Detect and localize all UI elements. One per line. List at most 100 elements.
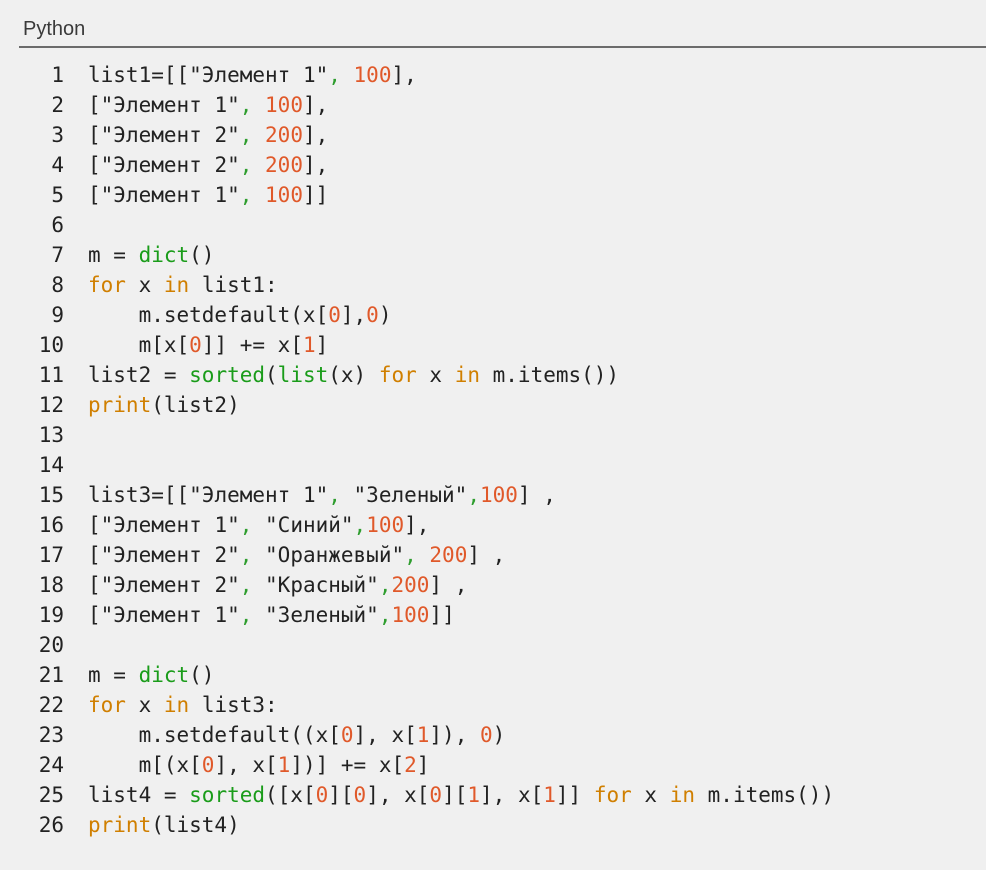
code-text: m = dict() bbox=[88, 660, 214, 690]
header-divider bbox=[19, 46, 986, 48]
code-token: () bbox=[189, 663, 215, 687]
code-token: ], x[ bbox=[353, 723, 417, 747]
code-token: ] bbox=[315, 333, 329, 357]
code-token: 0 bbox=[189, 333, 202, 357]
code-token: , bbox=[239, 183, 266, 207]
line-number: 26 bbox=[38, 813, 64, 837]
code-token: ], bbox=[302, 93, 329, 117]
code-token: m = bbox=[88, 663, 139, 687]
code-token: "Красный" bbox=[265, 573, 379, 597]
code-token: x bbox=[125, 273, 164, 297]
code-line: 13 bbox=[0, 420, 986, 450]
line-number: 2 bbox=[51, 93, 64, 117]
code-text: ["Элемент 2", "Красный",200] , bbox=[88, 570, 467, 600]
code-token: m.setdefault((x[ bbox=[88, 723, 341, 747]
line-number: 12 bbox=[38, 393, 64, 417]
code-text: list2 = sorted(list(x) for x in m.items(… bbox=[88, 360, 619, 390]
code-token: m.items()) bbox=[695, 783, 835, 807]
code-token: ) bbox=[378, 303, 392, 327]
code-token: list3: bbox=[189, 693, 278, 717]
code-token: sorted bbox=[189, 783, 266, 807]
code-token: , bbox=[239, 543, 266, 567]
code-line: 16 ["Элемент 1", "Синий",100], bbox=[0, 510, 986, 540]
code-token: , bbox=[239, 123, 266, 147]
code-line: 1 list1=[["Элемент 1", 100], bbox=[0, 60, 986, 90]
code-line: 19 ["Элемент 1", "Зеленый",100]] bbox=[0, 600, 986, 630]
code-token: in bbox=[454, 363, 480, 387]
code-token: 0 bbox=[340, 723, 354, 747]
code-text: m.setdefault(x[0],0) bbox=[88, 300, 392, 330]
line-number: 11 bbox=[38, 363, 64, 387]
code-token: ][ bbox=[442, 783, 468, 807]
code-line: 26 print(list4) bbox=[0, 810, 986, 840]
code-line: 2 ["Элемент 1", 100], bbox=[0, 90, 986, 120]
code-token: for bbox=[593, 783, 632, 807]
code-text: list1=[["Элемент 1", 100], bbox=[88, 60, 417, 90]
code-text: print(list4) bbox=[88, 810, 240, 840]
line-number: 9 bbox=[51, 303, 64, 327]
code-token: ], bbox=[391, 63, 417, 87]
code-token: 0 bbox=[201, 753, 215, 777]
code-token: for bbox=[88, 693, 126, 717]
code-token: "Элемент 1" bbox=[100, 603, 240, 627]
code-text: ["Элемент 1", 100]] bbox=[88, 180, 328, 210]
code-token: list1=[[ bbox=[88, 63, 190, 87]
code-line: 11 list2 = sorted(list(x) for x in m.item… bbox=[0, 360, 986, 390]
code-token: "Синий" bbox=[265, 513, 354, 537]
code-token: m[x[ bbox=[88, 333, 190, 357]
code-token: [ bbox=[88, 93, 101, 117]
code-token: 200 bbox=[265, 123, 303, 147]
code-token: ]] bbox=[302, 183, 329, 207]
code-text: for x in list3: bbox=[88, 690, 278, 720]
code-token: x bbox=[416, 363, 455, 387]
code-token: 0 bbox=[328, 303, 341, 327]
code-text: for x in list1: bbox=[88, 270, 278, 300]
code-text: list3=[["Элемент 1", "Зеленый",100] , bbox=[88, 480, 556, 510]
code-token: "Оранжевый" bbox=[265, 543, 405, 567]
code-token: (list2) bbox=[151, 393, 240, 417]
code-token: "Элемент 2" bbox=[100, 153, 240, 177]
code-token: list bbox=[277, 363, 329, 387]
code-token: 100 bbox=[265, 183, 303, 207]
code-token: ], bbox=[302, 153, 329, 177]
line-number: 5 bbox=[51, 183, 64, 207]
code-token: , bbox=[328, 483, 354, 507]
code-token: m.setdefault(x[ bbox=[88, 303, 329, 327]
language-label: Python bbox=[23, 18, 86, 40]
code-token: 2 bbox=[404, 753, 417, 777]
code-line: 18 ["Элемент 2", "Красный",200] , bbox=[0, 570, 986, 600]
line-number: 14 bbox=[38, 453, 64, 477]
code-token: , bbox=[404, 543, 430, 567]
code-token: "Элемент 2" bbox=[100, 123, 240, 147]
code-token: ]] += x[ bbox=[201, 333, 303, 357]
line-number: 16 bbox=[38, 513, 64, 537]
line-number: 3 bbox=[51, 123, 64, 147]
line-number: 19 bbox=[38, 603, 64, 627]
code-token: ], x[ bbox=[214, 753, 278, 777]
code-text: list4 = sorted([x[0][0], x[0][1], x[1]] … bbox=[88, 780, 834, 810]
code-text: ["Элемент 1", "Синий",100], bbox=[88, 510, 429, 540]
code-token: ) bbox=[492, 723, 506, 747]
code-token: ([x[ bbox=[265, 783, 316, 807]
code-token: "Элемент 1" bbox=[189, 63, 329, 87]
code-line: 21 m = dict() bbox=[0, 660, 986, 690]
code-text: m[x[0]] += x[1] bbox=[88, 330, 329, 360]
code-line: 10 m[x[0]] += x[1] bbox=[0, 330, 986, 360]
code-token: m.items()) bbox=[480, 363, 620, 387]
code-text: ["Элемент 2", "Оранжевый", 200] , bbox=[88, 540, 505, 570]
code-token: [ bbox=[88, 183, 101, 207]
code-line: 20 bbox=[0, 630, 986, 660]
code-token: 200 bbox=[265, 153, 303, 177]
code-line: 5 ["Элемент 1", 100]] bbox=[0, 180, 986, 210]
code-token: 0 bbox=[429, 783, 443, 807]
code-token: "Элемент 2" bbox=[100, 573, 240, 597]
code-token: 200 bbox=[391, 573, 430, 597]
line-number: 10 bbox=[38, 333, 64, 357]
code-text: ["Элемент 1", "Зеленый",100]] bbox=[88, 600, 455, 630]
code-line: 6 bbox=[0, 210, 986, 240]
code-token: ] bbox=[416, 753, 430, 777]
code-area[interactable]: 1 list1=[["Элемент 1", 100], 2 ["Элемент 1"… bbox=[0, 60, 986, 860]
code-token: ]), bbox=[429, 723, 480, 747]
code-token: [ bbox=[88, 513, 101, 537]
code-token: , bbox=[239, 513, 266, 537]
